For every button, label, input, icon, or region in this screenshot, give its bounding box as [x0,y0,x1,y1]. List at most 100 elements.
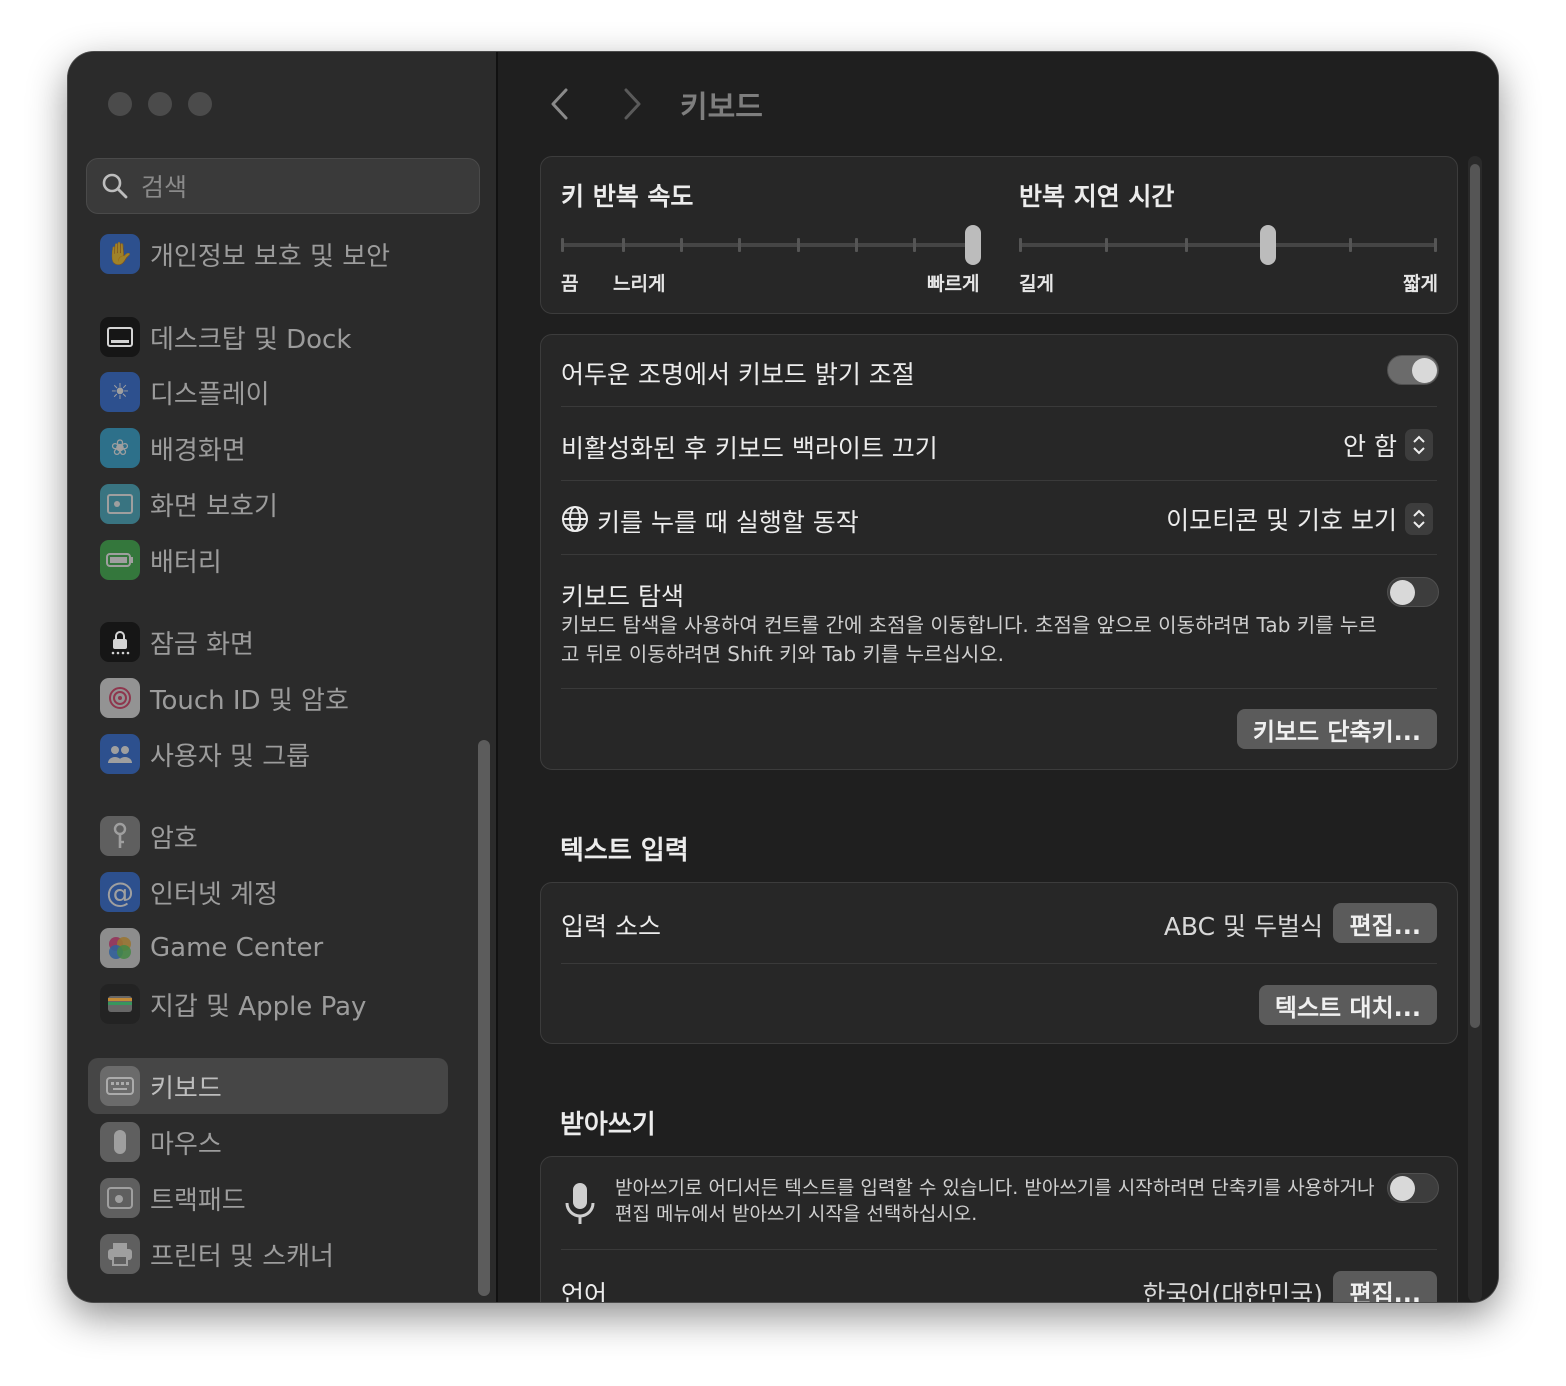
sidebar-item-label: Touch ID 및 암호 [150,685,349,716]
globe-key-value: 이모티콘 및 기호 보기 [1166,506,1397,535]
toolbar: 키보드 [540,80,763,128]
settings-window: 검색 ✋ 개인정보 보호 및 보안 데스크탑 및 Dock ☀ 디스플레이 ❀ … [68,52,1498,1302]
key-repeat-thumb[interactable] [965,225,981,265]
sidebar-item-label: 잠금 화면 [150,629,254,660]
sidebar-item-label: 사용자 및 그룹 [150,741,311,772]
delay-slider[interactable] [1019,225,1439,265]
sidebar-item-printers[interactable]: 프린터 및 스캐너 [88,1226,448,1282]
flower-icon: ❀ [100,428,140,468]
users-icon [100,734,140,774]
screensaver-icon [100,484,140,524]
main-scrollbar[interactable] [1468,156,1482,1302]
globe-icon [562,506,588,532]
sidebar-item-lock-screen[interactable]: 잠금 화면 [88,614,448,670]
key-repeat-slider[interactable] [561,225,981,265]
fingerprint-icon [100,678,140,718]
dictation-language-edit-button[interactable]: 편집... [1333,1271,1437,1302]
up-down-chevron-icon [1405,503,1433,535]
keyboard-nav-label: 키보드 탐색 [561,582,684,611]
sidebar-item-label: 프린터 및 스캐너 [150,1241,334,1272]
sidebar-item-label: 인터넷 계정 [150,879,278,910]
globe-key-popup[interactable]: 이모티콘 및 기호 보기 [1166,501,1433,537]
sidebar-scrollbar[interactable] [478,740,490,1296]
sidebar-item-internet-accounts[interactable]: @ 인터넷 계정 [88,864,448,920]
sidebar-item-label: 암호 [150,823,198,854]
text-replacements-button[interactable]: 텍스트 대치... [1258,985,1437,1025]
sidebar: 검색 ✋ 개인정보 보호 및 보안 데스크탑 및 Dock ☀ 디스플레이 ❀ … [68,52,498,1302]
sidebar-item-label: 화면 보호기 [150,491,278,522]
keyboard-shortcuts-button[interactable]: 키보드 단축키... [1236,709,1437,749]
search-field[interactable]: 검색 [86,158,480,214]
delay-title: 반복 지연 시간 [1019,182,1175,211]
sidebar-item-label: 데스크탑 및 Dock [150,324,352,355]
microphone-icon [565,1183,595,1224]
chevron-right-icon [624,88,641,120]
sidebar-item-privacy[interactable]: ✋ 개인정보 보호 및 보안 [88,226,448,282]
sidebar-item-label: 개인정보 보호 및 보안 [150,241,391,272]
printer-icon [100,1234,140,1274]
forward-button[interactable] [612,80,652,128]
sidebar-item-passwords[interactable]: 암호 [88,808,448,864]
backlight-off-label: 비활성화된 후 키보드 백라이트 끄기 [561,434,938,463]
main-pane: 키보드 키 반복 속도 반복 지연 시간 끔 느리게 빠르게 길게 짧게 어두운… [500,52,1498,1302]
window-controls [108,92,212,116]
dictation-card: 받아쓰기로 어디서든 텍스트를 입력할 수 있습니다. 받아쓰기를 시작하려면 … [540,1156,1458,1302]
sidebar-item-screensaver[interactable]: 화면 보호기 [88,476,448,532]
sun-icon: ☀ [100,372,140,412]
sidebar-item-label: 지갑 및 Apple Pay [150,991,367,1022]
lock-icon [100,622,140,662]
text-input-card: 입력 소스 ABC 및 두벌식 편집... 텍스트 대치... [540,882,1458,1044]
options-card: 어두운 조명에서 키보드 밝기 조절 비활성화된 후 키보드 백라이트 끄기 안… [540,334,1458,770]
sidebar-item-trackpad[interactable]: 트랙패드 [88,1170,448,1226]
sidebar-item-keyboard[interactable]: 키보드 [88,1058,448,1114]
dictation-section-title: 받아쓰기 [560,1110,656,1140]
back-button[interactable] [540,80,580,128]
sidebar-item-label: 디스플레이 [150,379,270,410]
backlight-off-value: 안 함 [1343,432,1397,461]
sidebar-item-wallet[interactable]: 지갑 및 Apple Pay [88,976,448,1032]
key-repeat-title: 키 반복 속도 [561,182,694,211]
hand-icon: ✋ [100,234,140,274]
sidebar-item-mouse[interactable]: 마우스 [88,1114,448,1170]
adjust-brightness-toggle[interactable] [1387,355,1439,385]
sidebar-item-label: 트랙패드 [150,1185,246,1216]
sidebar-item-game-center[interactable]: Game Center [88,920,448,976]
text-input-section-title: 텍스트 입력 [560,836,689,866]
dictation-description: 받아쓰기로 어디서든 텍스트를 입력할 수 있습니다. 받아쓰기를 시작하려면 … [615,1177,1375,1225]
sidebar-item-label: 배경화면 [150,435,246,466]
keyboard-nav-toggle[interactable] [1387,577,1439,607]
sidebar-item-label: 키보드 [150,1073,222,1104]
page-title: 키보드 [680,90,763,125]
dock-icon [100,317,140,357]
up-down-chevron-icon [1405,429,1433,461]
sidebar-item-label: 마우스 [150,1129,222,1160]
delay-label-long: 길게 [1019,273,1054,295]
at-icon: @ [100,872,140,912]
input-sources-edit-button[interactable]: 편집... [1333,903,1437,943]
minimize-button[interactable] [148,92,172,116]
key-repeat-label-slow: 느리게 [613,273,666,295]
globe-key-label: 키를 누를 때 실행할 동작 [597,508,859,537]
key-repeat-label-off: 끔 [561,273,579,295]
trackpad-icon [100,1178,140,1218]
gamecenter-icon [100,928,140,968]
backlight-off-popup[interactable]: 안 함 [1343,427,1433,463]
dictation-language-value: 한국어(대한민국) [1142,1280,1323,1302]
chevron-left-icon [551,88,568,120]
sidebar-item-touch-id[interactable]: Touch ID 및 암호 [88,670,448,726]
keyboard-icon [100,1066,140,1106]
key-repeat-label-fast: 빠르게 [927,273,980,295]
delay-thumb[interactable] [1260,225,1277,265]
dictation-toggle[interactable] [1387,1173,1439,1203]
sidebar-item-battery[interactable]: 배터리 [88,532,448,588]
delay-label-short: 짧게 [1403,273,1438,295]
sidebar-item-wallpaper[interactable]: ❀ 배경화면 [88,420,448,476]
key-icon [100,816,140,856]
sidebar-item-desktop-dock[interactable]: 데스크탑 및 Dock [88,309,448,365]
sidebar-item-users[interactable]: 사용자 및 그룹 [88,726,448,782]
close-button[interactable] [108,92,132,116]
zoom-button[interactable] [188,92,212,116]
search-icon [102,173,128,199]
repeat-card: 키 반복 속도 반복 지연 시간 끔 느리게 빠르게 길게 짧게 [540,156,1458,314]
sidebar-item-displays[interactable]: ☀ 디스플레이 [88,364,448,420]
